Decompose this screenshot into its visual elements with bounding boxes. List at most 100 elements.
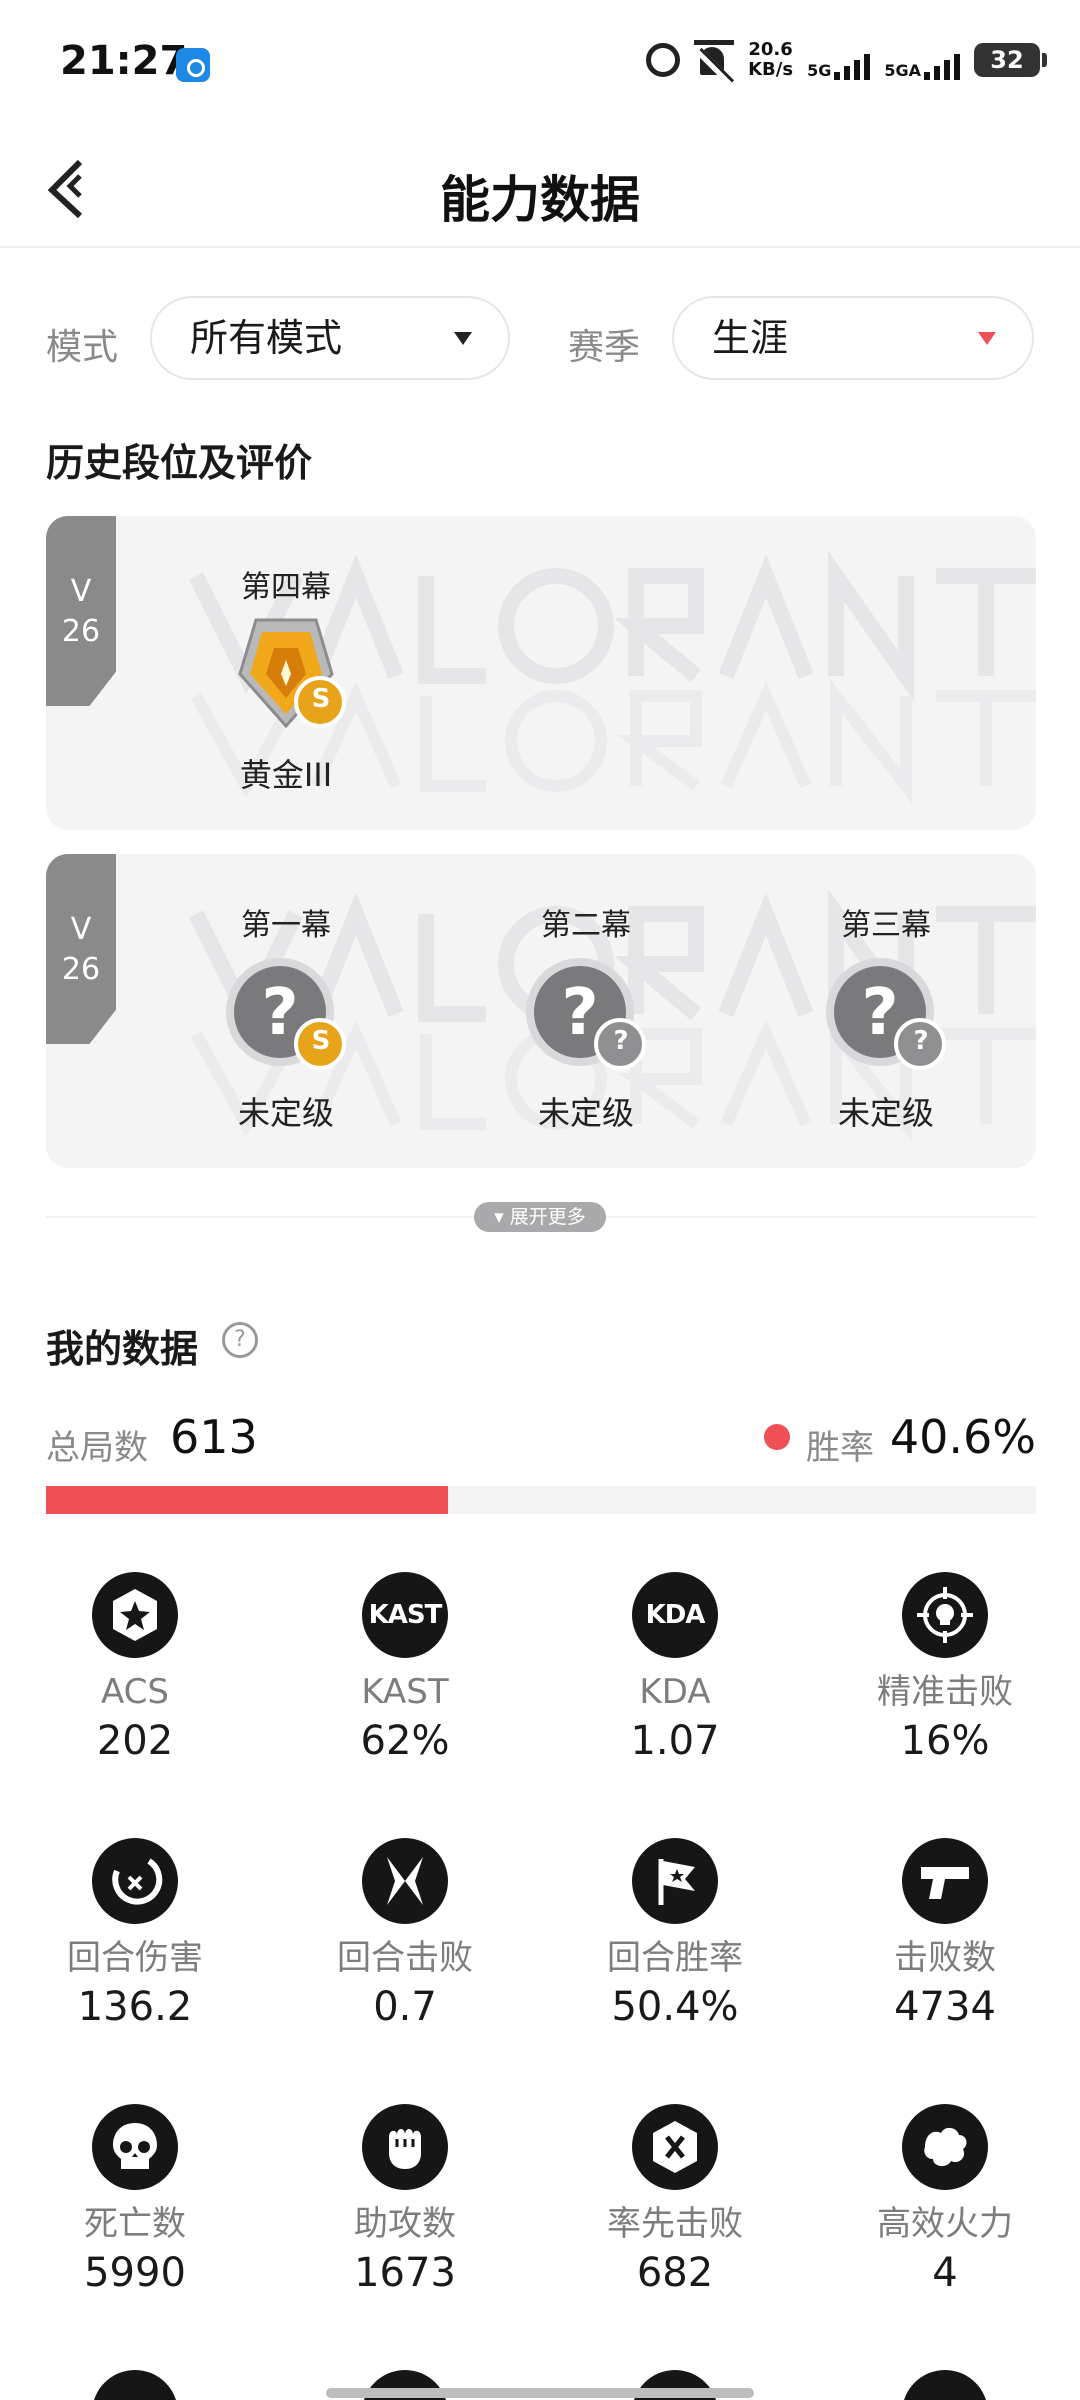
- icon-text: KDA: [645, 1600, 706, 1630]
- stat-round-kills[interactable]: 回合击败 0.7: [270, 1838, 540, 2030]
- stat-value: 4734: [894, 1984, 996, 2030]
- stat-value: 0.7: [373, 1984, 437, 2030]
- stat-kda[interactable]: KDA KDA 1.07: [540, 1572, 810, 1764]
- stat-icon: [902, 2370, 988, 2400]
- unranked-icon: ? ?: [516, 952, 656, 1082]
- act-item[interactable]: 第四幕 S 黄金III: [186, 562, 386, 796]
- help-icon[interactable]: ?: [222, 1322, 258, 1358]
- home-indicator[interactable]: [326, 2388, 754, 2398]
- win-rate-dot: [764, 1424, 790, 1450]
- stat-label: 回合伤害: [67, 1938, 203, 1978]
- act-name: 第三幕: [841, 908, 931, 943]
- stat-round-damage[interactable]: 回合伤害 136.2: [0, 1838, 270, 2030]
- season-value: 生涯: [712, 316, 789, 360]
- stat-next-row: [810, 2370, 1080, 2400]
- act-rank: 未定级: [237, 1094, 334, 1132]
- stat-round-win-rate[interactable]: 回合胜率 50.4%: [540, 1838, 810, 2030]
- season-label: 赛季: [568, 327, 641, 368]
- season-select[interactable]: 生涯: [672, 296, 1034, 380]
- headshot-crosshair-icon: [902, 1572, 988, 1658]
- version-tag: V 26: [46, 516, 116, 706]
- battery-icon: 32: [974, 43, 1047, 77]
- stat-value: 1.07: [630, 1718, 720, 1764]
- stat-first-blood[interactable]: 率先击败 682: [540, 2104, 810, 2296]
- stat-value: 16%: [900, 1718, 990, 1764]
- signal-bars-icon: [924, 52, 960, 80]
- stat-label: 助攻数: [354, 2204, 456, 2244]
- app-header: 能力数据: [0, 130, 1080, 248]
- stat-label: ACS: [101, 1672, 169, 1712]
- act-item[interactable]: 第三幕 ? ? 未定级: [786, 900, 986, 1134]
- first-blood-icon: [632, 2104, 718, 2190]
- status-icons: 20.6 KB/s 5G 5GA 32: [646, 40, 1047, 80]
- speed-unit: KB/s: [748, 59, 794, 80]
- stat-acs[interactable]: ACS 202: [0, 1572, 270, 1764]
- total-games-value: 613: [170, 1410, 258, 1464]
- stat-value: 1673: [354, 2250, 456, 2296]
- page-title: 能力数据: [440, 171, 640, 229]
- alarm-icon: [646, 43, 681, 77]
- stat-label: 高效火力: [877, 2204, 1013, 2244]
- act-name: 第四幕: [241, 570, 331, 605]
- stat-value: 682: [636, 2250, 714, 2296]
- kast-icon: KAST: [362, 1572, 448, 1658]
- version-line: 26: [61, 952, 101, 987]
- expand-more-label: 展开更多: [509, 1206, 586, 1228]
- sub-badge-letter: S: [311, 1026, 331, 1056]
- act-rank: 黄金III: [239, 756, 333, 794]
- sub-badge-letter: S: [311, 684, 331, 714]
- stat-assists[interactable]: 助攻数 1673: [270, 2104, 540, 2296]
- unranked-icon: ? S: [216, 952, 356, 1082]
- stat-label: 回合胜率: [607, 1938, 743, 1978]
- mode-select[interactable]: 所有模式: [150, 296, 510, 380]
- stat-value: 4: [932, 2250, 958, 2296]
- stat-multi-kill[interactable]: 高效火力 4: [810, 2104, 1080, 2296]
- stat-label: 死亡数: [84, 2204, 186, 2244]
- status-bar: 21:27 20.6 KB/s 5G 5GA 32: [0, 0, 1080, 130]
- version-tag: V 26: [46, 854, 116, 1044]
- rank-card: V 26 第四幕 S 黄金III: [46, 516, 1036, 830]
- act-item[interactable]: 第二幕 ? ? 未定级: [486, 900, 686, 1134]
- sub-badge-letter: ?: [913, 1026, 929, 1056]
- network-speed: 20.6 KB/s: [748, 40, 793, 80]
- signal-5ga: 5GA: [884, 40, 960, 80]
- win-rate-bar: [46, 1486, 1036, 1514]
- pistol-icon: [902, 1838, 988, 1924]
- history-section-title: 历史段位及评价: [46, 441, 313, 485]
- stat-label: 击败数: [894, 1938, 996, 1978]
- svg-text:?: ?: [861, 976, 898, 1050]
- signal-5g: 5G: [807, 40, 871, 80]
- network-label: 5G: [807, 61, 832, 80]
- act-name: 第一幕: [241, 908, 331, 943]
- stat-value: 62%: [360, 1718, 450, 1764]
- damage-icon: [92, 1838, 178, 1924]
- skull-icon: [92, 2104, 178, 2190]
- stat-next-row: [0, 2370, 270, 2400]
- stat-label: 回合击败: [337, 1938, 473, 1978]
- rank-card: V 26 第一幕 ? S 未定级 第二幕 ? ? 未定级 第三幕 ? ? 未定级: [46, 854, 1036, 1168]
- expand-more-button[interactable]: ▾ 展开更多: [474, 1202, 606, 1232]
- star-badge-icon: [92, 1572, 178, 1658]
- version-line: 26: [61, 614, 101, 649]
- stat-icon: [92, 2370, 178, 2400]
- stat-value: 5990: [84, 2250, 186, 2296]
- flag-icon: [632, 1838, 718, 1924]
- stat-label: 精准击败: [877, 1672, 1013, 1712]
- stat-deaths[interactable]: 死亡数 5990: [0, 2104, 270, 2296]
- stat-kills[interactable]: 击败数 4734: [810, 1838, 1080, 2030]
- svg-text:?: ?: [261, 976, 298, 1050]
- stat-kast[interactable]: KAST KAST 62%: [270, 1572, 540, 1764]
- win-rate-bar-fill: [46, 1486, 448, 1514]
- explosion-icon: [902, 2104, 988, 2190]
- stat-value: 136.2: [77, 1984, 193, 2030]
- stat-label: KDA: [639, 1672, 711, 1712]
- my-data-title: 我的数据: [46, 1327, 199, 1371]
- mode-label: 模式: [46, 327, 119, 368]
- stat-value: 50.4%: [611, 1984, 739, 2030]
- stat-headshot[interactable]: 精准击败 16%: [810, 1572, 1080, 1764]
- win-rate-value: 40.6%: [889, 1410, 1036, 1464]
- status-time: 21:27: [60, 38, 188, 84]
- mode-value: 所有模式: [190, 316, 343, 360]
- crossed-blades-icon: [362, 1838, 448, 1924]
- act-item[interactable]: 第一幕 ? S 未定级: [186, 900, 386, 1134]
